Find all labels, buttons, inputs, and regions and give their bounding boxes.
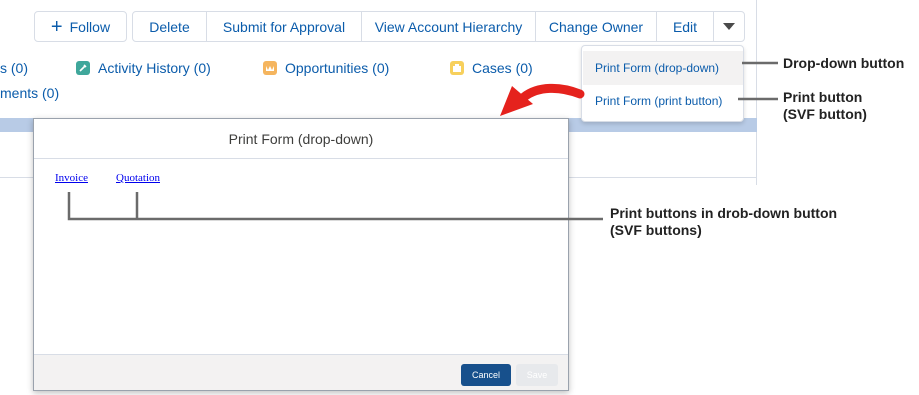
bracket-links bbox=[67, 192, 603, 221]
callout-dropdown-print-buttons: Print buttons in drob-down button (SVF b… bbox=[610, 205, 837, 239]
callout-line: Print button bbox=[783, 89, 863, 105]
callout-print-button: Print button (SVF button) bbox=[783, 89, 867, 123]
callout-line: Print buttons in drob-down button bbox=[610, 205, 838, 221]
annotation-overlay bbox=[67, 61, 778, 221]
red-curved-arrow bbox=[519, 83, 585, 102]
callout-line: (SVF button) bbox=[783, 106, 867, 122]
callout-line: (SVF buttons) bbox=[610, 222, 702, 238]
callout-dropdown-button: Drop-down button bbox=[783, 55, 905, 71]
